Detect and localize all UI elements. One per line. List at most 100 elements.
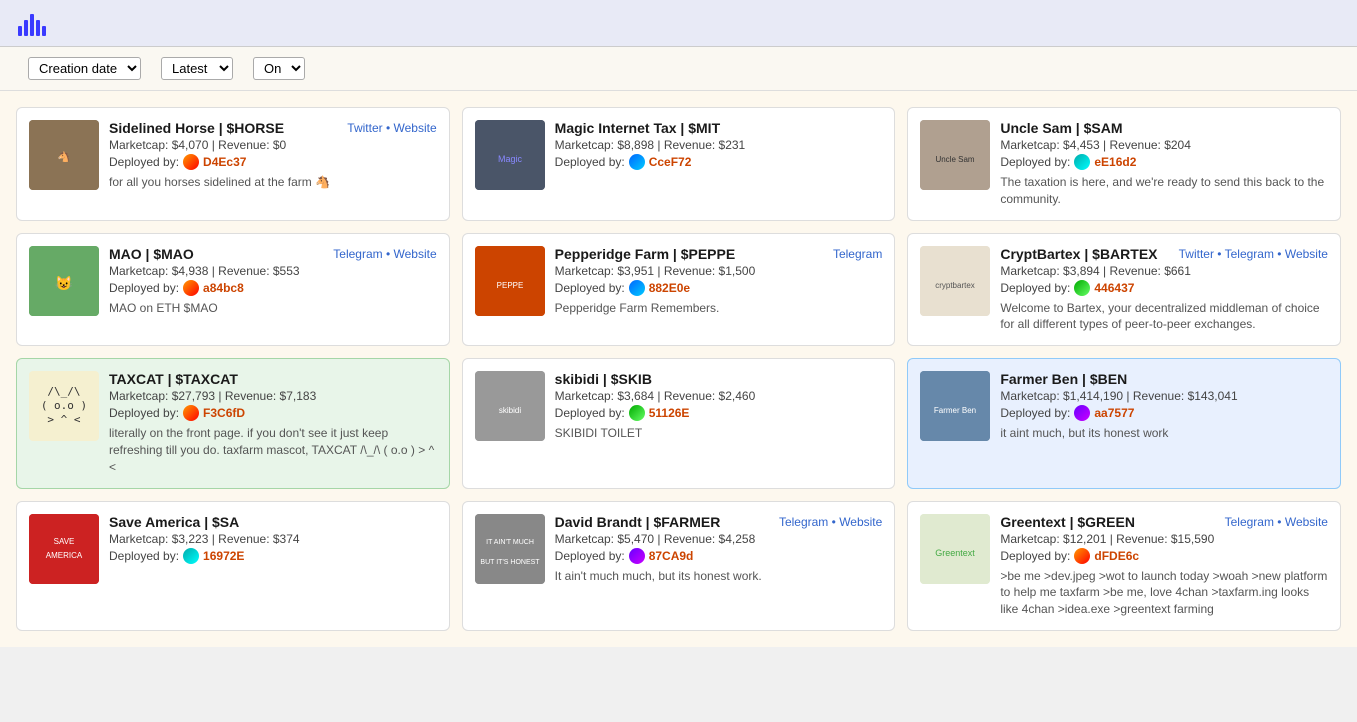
animations-select[interactable]: On Off xyxy=(253,57,305,80)
card-deployed: Deployed by: CceF72 xyxy=(555,154,883,170)
deployed-label: Deployed by: xyxy=(1000,549,1070,563)
card-save-america: SAVEAMERICA Save America | $SA Marketcap… xyxy=(16,501,450,631)
link-telegram[interactable]: Telegram xyxy=(1225,247,1274,261)
deployer-address[interactable]: 87CA9d xyxy=(649,549,694,563)
link-website[interactable]: Website xyxy=(1285,515,1328,529)
deployer-address[interactable]: 446437 xyxy=(1094,281,1134,295)
card-header: Magic Magic Internet Tax | $MIT Marketca… xyxy=(475,120,883,190)
card-mao: 😺 MAO | $MAO Telegram • Website Marketca… xyxy=(16,233,450,347)
deployer-address[interactable]: D4Ec37 xyxy=(203,155,246,169)
order-select[interactable]: Latest Oldest xyxy=(161,57,233,80)
card-header: cryptbartex CryptBartex | $BARTEX Twitte… xyxy=(920,246,1328,334)
link-twitter[interactable]: Twitter xyxy=(1179,247,1214,261)
card-image: PEPPE xyxy=(475,246,545,316)
card-skibidi: skibidi skibidi | $SKIB Marketcap: $3,68… xyxy=(462,358,896,488)
deployer-avatar xyxy=(629,280,645,296)
card-image: Uncle Sam xyxy=(920,120,990,190)
card-description: Welcome to Bartex, your decentralized mi… xyxy=(1000,300,1328,334)
card-title-row: Pepperidge Farm | $PEPPE Telegram xyxy=(555,246,883,262)
header xyxy=(0,0,1357,47)
deployed-label: Deployed by: xyxy=(555,549,625,563)
deployer-address[interactable]: a84bc8 xyxy=(203,281,244,295)
link-telegram[interactable]: Telegram xyxy=(779,515,828,529)
deployer-avatar xyxy=(183,405,199,421)
deployer-address[interactable]: dFDE6c xyxy=(1094,549,1139,563)
link-website[interactable]: Website xyxy=(394,247,437,261)
deployer-avatar xyxy=(183,280,199,296)
card-title: MAO | $MAO xyxy=(109,246,194,262)
svg-text:IT AIN'T MUCH: IT AIN'T MUCH xyxy=(486,539,534,546)
deployer-avatar xyxy=(183,548,199,564)
link-twitter[interactable]: Twitter xyxy=(347,121,382,135)
card-title: CryptBartex | $BARTEX xyxy=(1000,246,1157,262)
card-deployed: Deployed by: 87CA9d xyxy=(555,548,883,564)
deployer-address[interactable]: CceF72 xyxy=(649,155,692,169)
card-title: skibidi | $SKIB xyxy=(555,371,652,387)
card-title: Save America | $SA xyxy=(109,514,239,530)
card-title-row: Sidelined Horse | $HORSE Twitter • Websi… xyxy=(109,120,437,136)
logo xyxy=(18,10,54,36)
link-website[interactable]: Website xyxy=(1285,247,1328,261)
card-marketcap: Marketcap: $3,894 | Revenue: $661 xyxy=(1000,264,1328,278)
card-info: Uncle Sam | $SAM Marketcap: $4,453 | Rev… xyxy=(1000,120,1328,208)
card-title: David Brandt | $FARMER xyxy=(555,514,721,530)
card-header: SAVEAMERICA Save America | $SA Marketcap… xyxy=(29,514,437,584)
sort-select[interactable]: Creation date Marketcap Revenue xyxy=(28,57,141,80)
card-info: TAXCAT | $TAXCAT Marketcap: $27,793 | Re… xyxy=(109,371,437,475)
deployer-address[interactable]: 16972E xyxy=(203,549,244,563)
deployer-address[interactable]: 51126E xyxy=(649,406,690,420)
card-description: it aint much, but its honest work xyxy=(1000,425,1328,442)
card-deployed: Deployed by: D4Ec37 xyxy=(109,154,437,170)
toolbar: Creation date Marketcap Revenue Latest O… xyxy=(0,47,1357,91)
deployer-address[interactable]: eE16d2 xyxy=(1094,155,1136,169)
link-telegram[interactable]: Telegram xyxy=(1225,515,1274,529)
card-info: Greentext | $GREEN Telegram • Website Ma… xyxy=(1000,514,1328,618)
svg-text:Farmer Ben: Farmer Ben xyxy=(934,406,976,415)
card-marketcap: Marketcap: $8,898 | Revenue: $231 xyxy=(555,138,883,152)
svg-text:cryptbartex: cryptbartex xyxy=(936,281,976,290)
card-title: TAXCAT | $TAXCAT xyxy=(109,371,238,387)
card-title-row: TAXCAT | $TAXCAT xyxy=(109,371,437,387)
deployer-address[interactable]: 882E0e xyxy=(649,281,690,295)
taxcat-ascii: /\_/\( o.o )> ^ < xyxy=(41,385,87,428)
svg-text:Greentext: Greentext xyxy=(936,548,976,558)
deployer-address[interactable]: F3C6fD xyxy=(203,406,245,420)
card-marketcap: Marketcap: $4,938 | Revenue: $553 xyxy=(109,264,437,278)
deployer-avatar xyxy=(629,405,645,421)
deployed-label: Deployed by: xyxy=(555,406,625,420)
link-website[interactable]: Website xyxy=(839,515,882,529)
card-title-row: Greentext | $GREEN Telegram • Website xyxy=(1000,514,1328,530)
card-header: 😺 MAO | $MAO Telegram • Website Marketca… xyxy=(29,246,437,317)
card-david-brandt: IT AIN'T MUCHBUT IT'S HONEST David Brand… xyxy=(462,501,896,631)
card-description: Pepperidge Farm Remembers. xyxy=(555,300,883,317)
deployed-label: Deployed by: xyxy=(555,281,625,295)
card-grid: 🐴 Sidelined Horse | $HORSE Twitter • Web… xyxy=(16,107,1341,631)
card-pepperidge-farm: PEPPE Pepperidge Farm | $PEPPE Telegram … xyxy=(462,233,896,347)
card-description: for all you horses sidelined at the farm… xyxy=(109,174,437,191)
card-description: MAO on ETH $MAO xyxy=(109,300,437,317)
card-image: skibidi xyxy=(475,371,545,441)
card-marketcap: Marketcap: $3,684 | Revenue: $2,460 xyxy=(555,389,883,403)
card-info: Farmer Ben | $BEN Marketcap: $1,414,190 … xyxy=(1000,371,1328,442)
card-info: Pepperidge Farm | $PEPPE Telegram Market… xyxy=(555,246,883,317)
card-deployed: Deployed by: dFDE6c xyxy=(1000,548,1328,564)
card-info: MAO | $MAO Telegram • Website Marketcap:… xyxy=(109,246,437,317)
card-image: 😺 xyxy=(29,246,99,316)
card-info: Save America | $SA Marketcap: $3,223 | R… xyxy=(109,514,437,564)
card-title-row: Uncle Sam | $SAM xyxy=(1000,120,1328,136)
deployer-address[interactable]: aa7577 xyxy=(1094,406,1134,420)
card-title: Sidelined Horse | $HORSE xyxy=(109,120,284,136)
card-marketcap: Marketcap: $4,070 | Revenue: $0 xyxy=(109,138,437,152)
card-image: SAVEAMERICA xyxy=(29,514,99,584)
card-marketcap: Marketcap: $27,793 | Revenue: $7,183 xyxy=(109,389,437,403)
svg-text:😺: 😺 xyxy=(55,275,73,291)
deployed-label: Deployed by: xyxy=(555,155,625,169)
link-telegram[interactable]: Telegram xyxy=(333,247,382,261)
card-uncle-sam: Uncle Sam Uncle Sam | $SAM Marketcap: $4… xyxy=(907,107,1341,221)
link-website[interactable]: Website xyxy=(394,121,437,135)
card-title-row: Farmer Ben | $BEN xyxy=(1000,371,1328,387)
card-title: Uncle Sam | $SAM xyxy=(1000,120,1122,136)
card-links: Telegram xyxy=(833,247,882,261)
link-telegram[interactable]: Telegram xyxy=(833,247,882,261)
card-title-row: MAO | $MAO Telegram • Website xyxy=(109,246,437,262)
